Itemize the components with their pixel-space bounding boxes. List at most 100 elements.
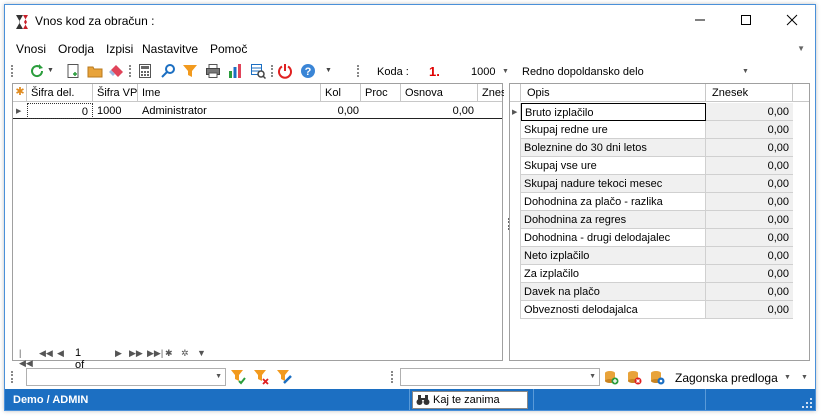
apply-filter-icon[interactable] bbox=[230, 369, 246, 385]
search-icon[interactable] bbox=[160, 63, 176, 79]
calculator-icon[interactable] bbox=[137, 63, 153, 79]
cell-znesek[interactable]: 0,00 bbox=[706, 193, 793, 211]
cell-opis[interactable]: Dohodnina za plačo - razlika bbox=[521, 193, 706, 211]
table-row[interactable]: ▶ Bruto izplačilo 0,00 bbox=[510, 103, 793, 121]
refresh-dropdown-icon[interactable]: ▼ bbox=[47, 67, 54, 74]
cell-opis[interactable]: Skupaj redne ure bbox=[521, 121, 706, 139]
edit-filter-icon[interactable] bbox=[276, 369, 292, 385]
cell-opis[interactable]: Bruto izplačilo bbox=[521, 103, 706, 121]
new-icon[interactable] bbox=[65, 63, 81, 79]
cell-znesek[interactable]: 0,00 bbox=[706, 301, 793, 319]
table-row[interactable]: Skupaj vse ure 0,00 bbox=[510, 157, 793, 175]
cell-znesek[interactable]: 0,00 bbox=[706, 103, 793, 121]
menu-vnosi[interactable]: Vnosi bbox=[16, 42, 46, 56]
prev-page-icon[interactable]: ◀ bbox=[57, 348, 64, 359]
cell-osnova[interactable]: 0,00 bbox=[401, 103, 478, 119]
employee-grid[interactable]: ✱ Šifra del. Šifra VP Ime Kol Proc Osnov… bbox=[12, 83, 504, 383]
cell-opis[interactable]: Obveznosti delodajalca bbox=[521, 301, 706, 319]
next-page-icon[interactable]: ▶ bbox=[115, 348, 122, 359]
column-header-sifra-del[interactable]: Šifra del. bbox=[27, 84, 93, 102]
filter-combo[interactable]: ▼ bbox=[26, 368, 226, 386]
table-row[interactable]: Davek na plačo 0,00 bbox=[510, 283, 793, 301]
cell-opis[interactable]: Skupaj vse ure bbox=[521, 157, 706, 175]
table-row[interactable]: Neto izplačilo 0,00 bbox=[510, 247, 793, 265]
cell-ime[interactable]: Administrator bbox=[142, 103, 321, 119]
templates-dropdown-icon[interactable]: ▼ bbox=[784, 374, 791, 381]
cancel-record-icon[interactable]: ✲ bbox=[181, 348, 189, 359]
last-page-icon[interactable]: ▶▶| bbox=[147, 348, 163, 359]
cell-opis[interactable]: Za izplačilo bbox=[521, 265, 706, 283]
cell-znesek[interactable]: 0,00 bbox=[706, 247, 793, 265]
print-icon[interactable] bbox=[205, 63, 221, 79]
column-header-ime[interactable]: Ime bbox=[138, 84, 321, 102]
table-row[interactable]: Skupaj redne ure 0,00 bbox=[510, 121, 793, 139]
template-settings-icon[interactable] bbox=[649, 369, 665, 385]
cell-kol[interactable]: 0,00 bbox=[321, 103, 361, 119]
help-search-box[interactable]: Kaj te zanima bbox=[412, 391, 528, 409]
menu-pomoc[interactable]: Pomoč bbox=[210, 42, 247, 56]
cell-znesek[interactable]: 0,00 bbox=[706, 265, 793, 283]
table-row[interactable]: ▶ 0 1000 Administrator 0,00 0,00 bbox=[13, 103, 502, 119]
cell-znesek[interactable]: 0,00 bbox=[706, 283, 793, 301]
resize-grip-icon[interactable] bbox=[802, 398, 812, 408]
maximize-button[interactable] bbox=[723, 5, 769, 35]
open-folder-icon[interactable] bbox=[87, 63, 103, 79]
chart-icon[interactable] bbox=[227, 63, 243, 79]
column-header-znesek[interactable]: Znesek bbox=[478, 84, 504, 102]
prev-page-fast-icon[interactable]: ◀◀ bbox=[39, 348, 53, 359]
cell-opis[interactable]: Skupaj nadure tekoci mesec bbox=[521, 175, 706, 193]
cell-opis[interactable]: Davek na plačo bbox=[521, 283, 706, 301]
column-header-znesek-summary[interactable]: Znesek bbox=[706, 84, 793, 102]
table-row[interactable]: Obveznosti delodajalca 0,00 bbox=[510, 301, 793, 319]
cell-znesek[interactable]: 0,00 bbox=[706, 121, 793, 139]
bottom-toolbar-overflow-icon[interactable]: ▼ bbox=[801, 374, 808, 381]
cell-opis[interactable]: Dohodnina za regres bbox=[521, 211, 706, 229]
grid-search-icon[interactable] bbox=[250, 63, 266, 79]
filter-icon[interactable] bbox=[182, 63, 198, 79]
refresh-icon[interactable] bbox=[29, 63, 45, 79]
table-row[interactable]: Skupaj nadure tekoci mesec 0,00 bbox=[510, 175, 793, 193]
column-header-sifra-vp[interactable]: Šifra VP bbox=[93, 84, 138, 102]
delete-template-icon[interactable] bbox=[626, 369, 642, 385]
cell-znesek[interactable]: 0,00 bbox=[706, 157, 793, 175]
grid-options-icon[interactable]: ✱ bbox=[13, 84, 27, 102]
table-row[interactable]: Za izplačilo 0,00 bbox=[510, 265, 793, 283]
table-row[interactable]: Dohodnina za regres 0,00 bbox=[510, 211, 793, 229]
menu-orodja[interactable]: Orodja bbox=[58, 42, 94, 56]
koda-description-dropdown-icon[interactable]: ▼ bbox=[742, 68, 749, 75]
help-dropdown-icon[interactable]: ▼ bbox=[325, 67, 332, 74]
template-combo-dropdown-icon[interactable]: ▼ bbox=[589, 373, 596, 380]
menu-overflow-icon[interactable]: ▼ bbox=[797, 44, 805, 53]
cell-znesek[interactable]: 0,00 bbox=[706, 139, 793, 157]
bottom-toolbar-grip[interactable] bbox=[11, 371, 13, 383]
column-header-osnova[interactable]: Osnova bbox=[401, 84, 478, 102]
menu-izpisi[interactable]: Izpisi bbox=[106, 42, 133, 56]
template-combo[interactable]: ▼ bbox=[400, 368, 600, 386]
cell-proc[interactable] bbox=[361, 103, 401, 119]
cell-sifra-vp[interactable]: 1000 bbox=[97, 103, 138, 119]
cell-opis[interactable]: Boleznine do 30 dni letos bbox=[521, 139, 706, 157]
menu-nastavitve[interactable]: Nastavitve bbox=[142, 42, 198, 56]
filter-combo-dropdown-icon[interactable]: ▼ bbox=[215, 373, 222, 380]
cell-znesek[interactable]: 0,00 bbox=[706, 175, 793, 193]
append-record-icon[interactable]: ✱ bbox=[165, 348, 173, 359]
column-header-proc[interactable]: Proc bbox=[361, 84, 401, 102]
summary-grid[interactable]: Opis Znesek ▶ Bruto izplačilo 0,00 Skupa… bbox=[509, 83, 810, 361]
eraser-icon[interactable] bbox=[109, 63, 125, 79]
column-header-opis[interactable]: Opis bbox=[521, 84, 706, 102]
power-icon[interactable] bbox=[277, 63, 293, 79]
cell-opis[interactable]: Neto izplačilo bbox=[521, 247, 706, 265]
koda-value[interactable]: 1000 bbox=[471, 66, 495, 78]
cell-znesek[interactable]: 0,00 bbox=[706, 211, 793, 229]
help-icon[interactable]: ? bbox=[300, 63, 316, 79]
add-template-icon[interactable] bbox=[603, 369, 619, 385]
koda-value-dropdown-icon[interactable]: ▼ bbox=[502, 68, 509, 75]
grid-filter-icon[interactable]: ▼ bbox=[197, 348, 206, 358]
cell-sifra-del[interactable]: 0 bbox=[27, 103, 93, 119]
koda-description[interactable]: Redno dopoldansko delo bbox=[522, 66, 644, 78]
column-header-kol[interactable]: Kol bbox=[321, 84, 361, 102]
table-row[interactable]: Dohodnina - drugi delodajalec 0,00 bbox=[510, 229, 793, 247]
table-row[interactable]: Dohodnina za plačo - razlika 0,00 bbox=[510, 193, 793, 211]
cell-znesek[interactable]: 0,00 bbox=[706, 229, 793, 247]
templates-label[interactable]: Zagonska predloga bbox=[675, 371, 778, 385]
